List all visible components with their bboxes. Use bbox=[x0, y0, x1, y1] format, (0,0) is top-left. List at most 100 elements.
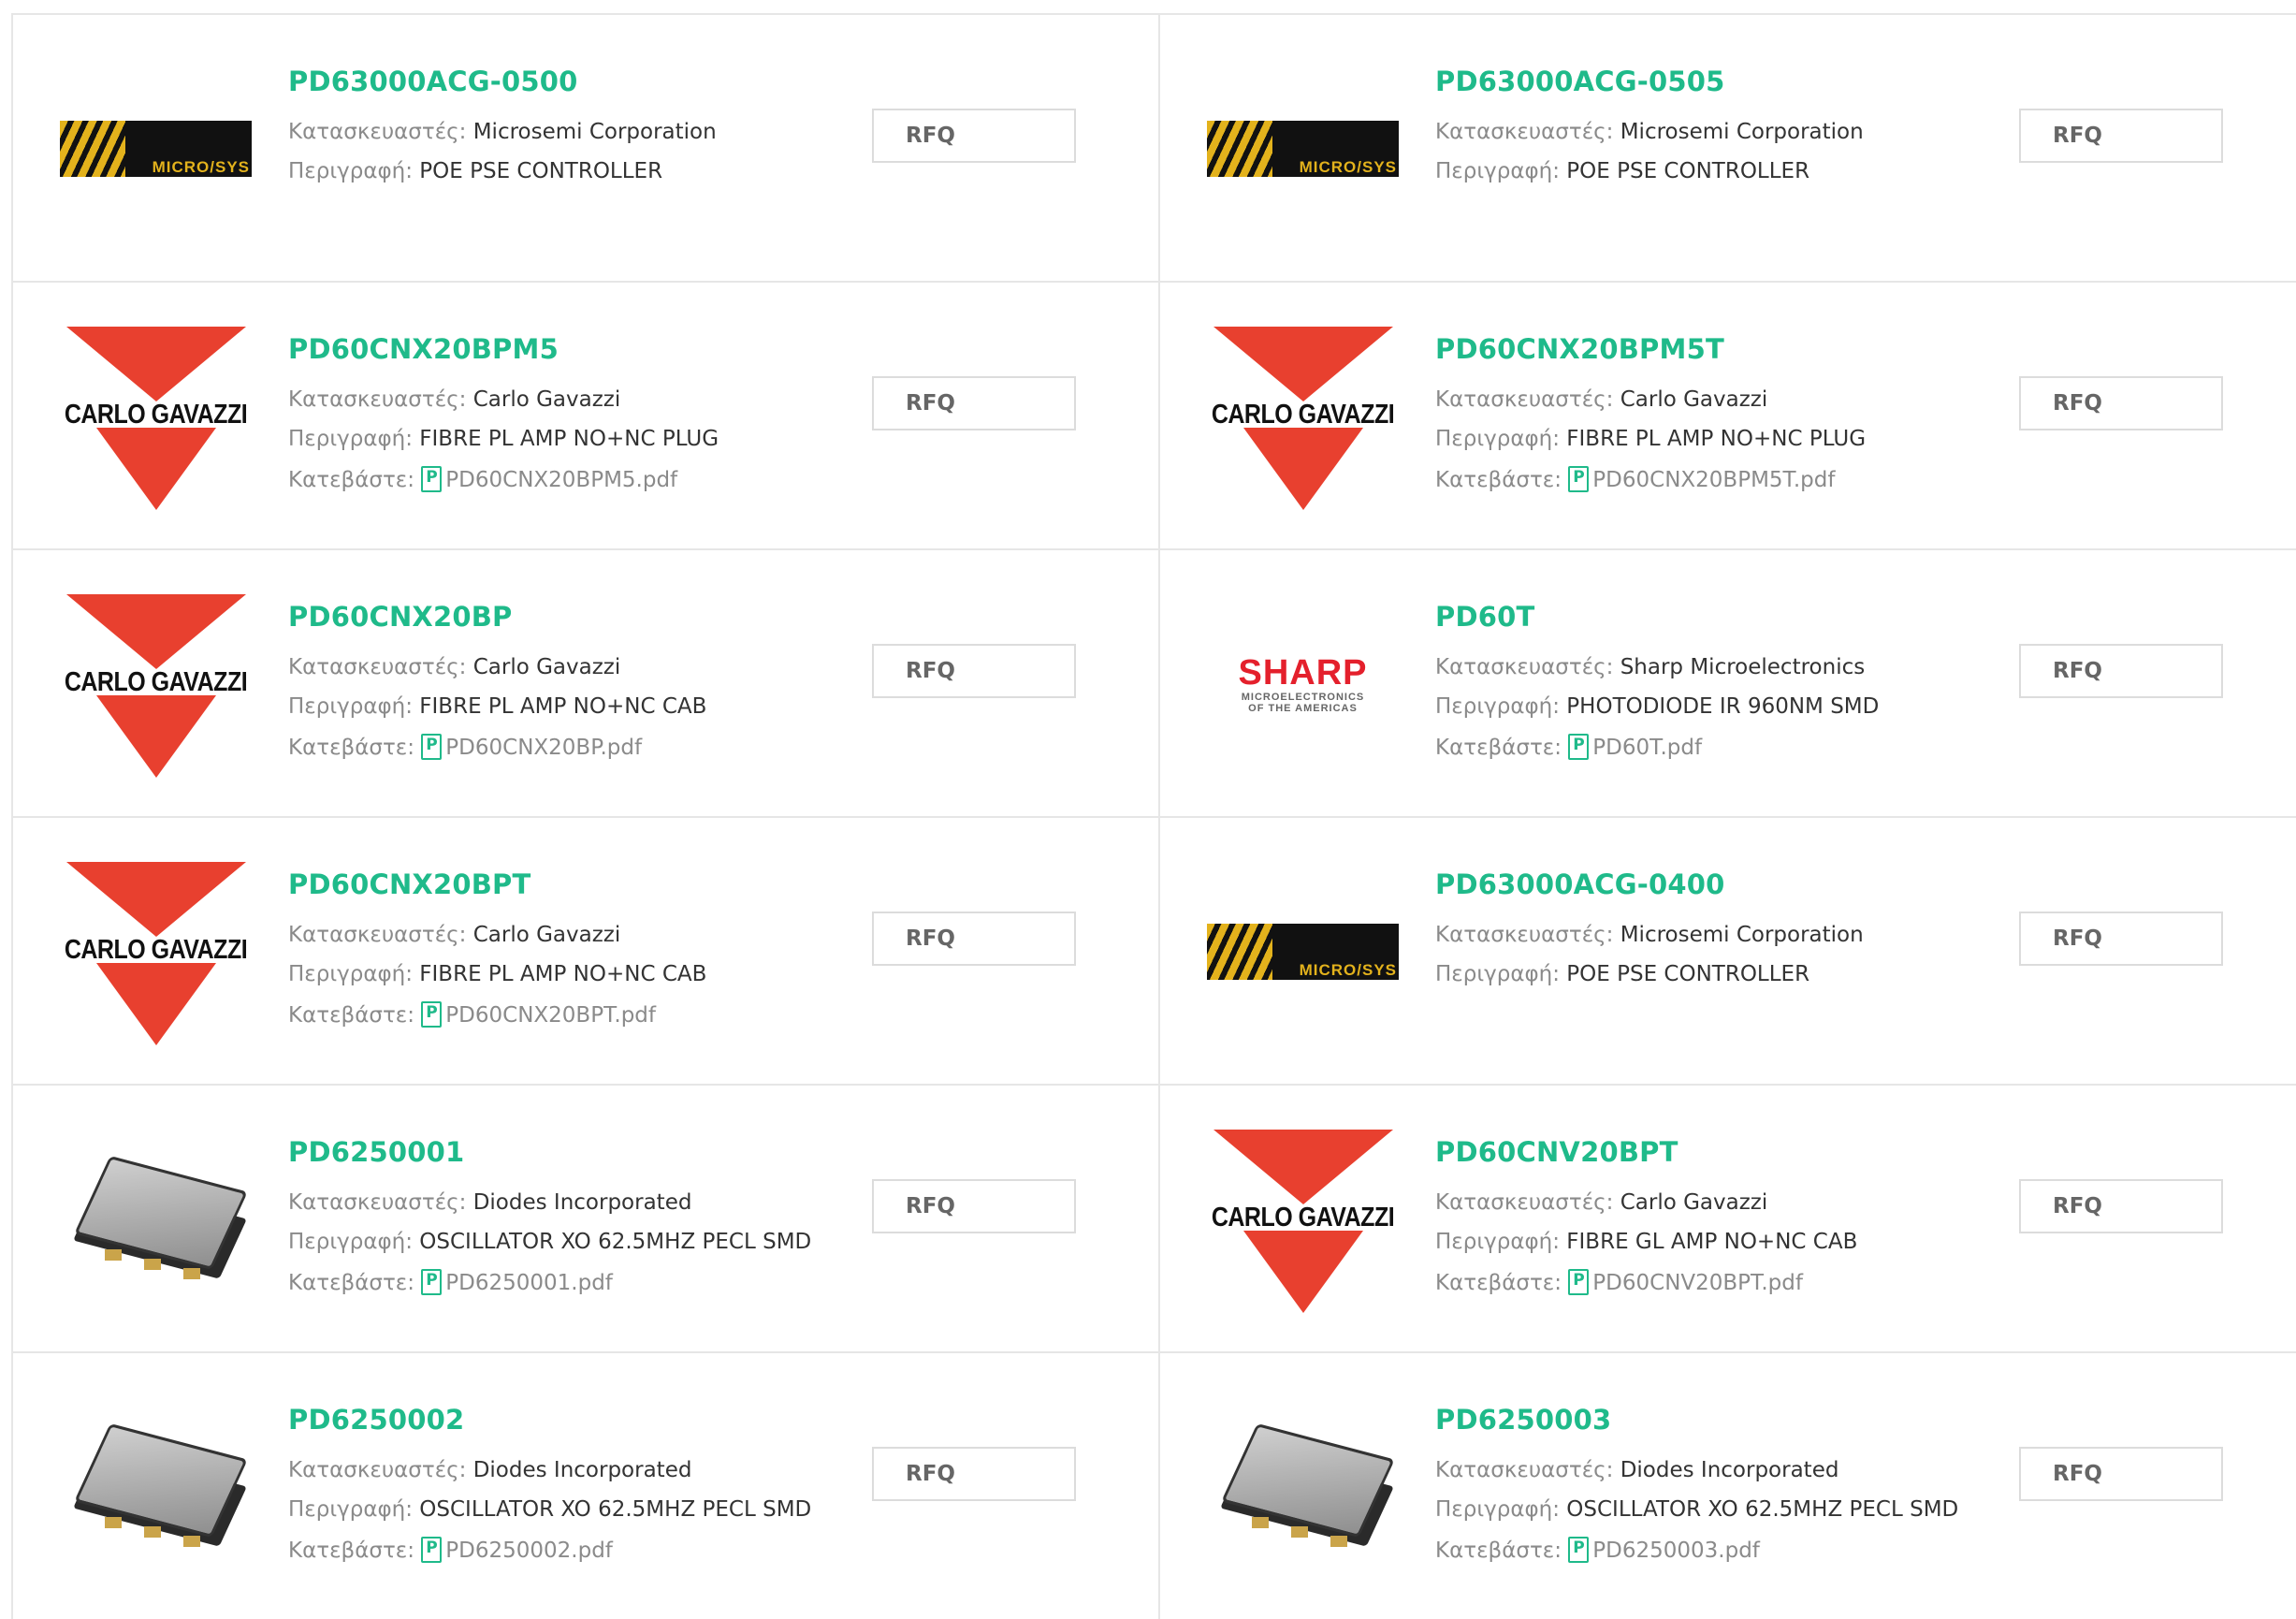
rfq-button[interactable]: RFQ bbox=[2019, 1447, 2223, 1501]
pdf-file-icon[interactable] bbox=[1568, 1537, 1590, 1563]
description-value: POE PSE CONTROLLER bbox=[1566, 159, 1810, 183]
manufacturer-label: Κατασκευαστές: bbox=[1435, 1190, 1614, 1215]
oscillator-product-image[interactable] bbox=[60, 1123, 252, 1315]
datasheet-link[interactable]: PD6250001.pdf bbox=[445, 1271, 613, 1295]
pdf-file-icon[interactable] bbox=[421, 1001, 443, 1028]
manufacturer-value: Carlo Gavazzi bbox=[472, 387, 621, 412]
product-part-link[interactable]: PD60CNX20BPM5T bbox=[1435, 333, 1724, 365]
rfq-button[interactable]: RFQ bbox=[2019, 1179, 2223, 1233]
product-part-link[interactable]: PD63000ACG-0500 bbox=[288, 66, 578, 97]
rfq-button[interactable]: RFQ bbox=[2019, 644, 2223, 698]
description-value: OSCILLATOR XO 62.5MHZ PECL SMD bbox=[1566, 1497, 1959, 1522]
datasheet-link[interactable]: PD6250003.pdf bbox=[1592, 1539, 1760, 1563]
rfq-button[interactable]: RFQ bbox=[872, 1179, 1076, 1233]
manufacturer-label: Κατασκευαστές: bbox=[1435, 923, 1614, 947]
carlo-gavazzi-logo[interactable]: CARLO GAVAZZI bbox=[1207, 1123, 1399, 1315]
rfq-button[interactable]: RFQ bbox=[2019, 109, 2223, 163]
download-line: Κατεβάστε: PD60CNX20BPM5T.pdf bbox=[1435, 466, 1835, 492]
product-card: MICRO/SYS PD63000ACG-0400 Κατασκευαστές: M… bbox=[1160, 818, 2296, 1086]
product-part-link[interactable]: PD60CNX20BPM5 bbox=[288, 333, 559, 365]
oscillator-chip-image bbox=[1214, 1412, 1395, 1562]
oscillator-chip-image bbox=[67, 1145, 248, 1294]
manufacturer-value: Carlo Gavazzi bbox=[1620, 387, 1768, 412]
carlo-gavazzi-logo[interactable]: CARLO GAVAZZI bbox=[60, 588, 252, 780]
logo-subtext: MICROELECTRONICS bbox=[1241, 691, 1365, 703]
description-label: Περιγραφή: bbox=[1435, 1497, 1560, 1522]
download-label: Κατεβάστε: bbox=[288, 1539, 414, 1563]
oscillator-product-image[interactable] bbox=[60, 1391, 252, 1583]
manufacturer-value: Carlo Gavazzi bbox=[472, 923, 621, 947]
carlo-gavazzi-logo[interactable]: CARLO GAVAZZI bbox=[60, 855, 252, 1047]
pdf-file-icon[interactable] bbox=[1568, 1269, 1590, 1295]
carlo-gavazzi-logo[interactable]: CARLO GAVAZZI bbox=[60, 320, 252, 512]
manufacturer-label: Κατασκευαστές: bbox=[288, 1190, 467, 1215]
manufacturer-line: Κατασκευαστές: Microsemi Corporation bbox=[1435, 923, 1864, 947]
carlo-gavazzi-logo[interactable]: CARLO GAVAZZI bbox=[1207, 320, 1399, 512]
pdf-file-icon[interactable] bbox=[421, 734, 443, 760]
product-card: CARLO GAVAZZI PD60CNX20BPT Κατασκευαστές: … bbox=[13, 818, 1160, 1086]
description-value: FIBRE PL AMP NO+NC CAB bbox=[419, 694, 707, 719]
datasheet-link[interactable]: PD60CNV20BPT.pdf bbox=[1592, 1271, 1803, 1295]
oscillator-product-image[interactable] bbox=[1207, 1391, 1399, 1583]
rfq-button[interactable]: RFQ bbox=[872, 1447, 1076, 1501]
pdf-file-icon[interactable] bbox=[1568, 466, 1590, 492]
pdf-file-icon[interactable] bbox=[421, 1537, 443, 1563]
download-label: Κατεβάστε: bbox=[1435, 1271, 1562, 1295]
download-line: Κατεβάστε: PD60CNV20BPT.pdf bbox=[1435, 1269, 1803, 1295]
logo-subtext: OF THE AMERICAS bbox=[1248, 702, 1358, 714]
product-card: CARLO GAVAZZI PD60CNV20BPT Κατασκευαστές: … bbox=[1160, 1086, 2296, 1353]
description-line: Περιγραφή: FIBRE PL AMP NO+NC CAB bbox=[288, 962, 706, 986]
description-value: POE PSE CONTROLLER bbox=[1566, 962, 1810, 986]
description-value: FIBRE PL AMP NO+NC PLUG bbox=[419, 427, 719, 451]
microsemi-logo[interactable]: MICRO/SYS bbox=[60, 52, 252, 244]
description-line: Περιγραφή: POE PSE CONTROLLER bbox=[1435, 159, 1809, 183]
rfq-button[interactable]: RFQ bbox=[872, 912, 1076, 966]
datasheet-link[interactable]: PD60T.pdf bbox=[1592, 736, 1702, 760]
product-part-link[interactable]: PD6250001 bbox=[288, 1136, 464, 1168]
rfq-button[interactable]: RFQ bbox=[2019, 912, 2223, 966]
manufacturer-line: Κατασκευαστές: Diodes Incorporated bbox=[288, 1458, 691, 1482]
logo-text: CARLO GAVAZZI bbox=[1211, 399, 1395, 430]
description-line: Περιγραφή: FIBRE PL AMP NO+NC PLUG bbox=[1435, 427, 1866, 451]
product-part-link[interactable]: PD63000ACG-0400 bbox=[1435, 868, 1725, 900]
rfq-button[interactable]: RFQ bbox=[2019, 376, 2223, 430]
manufacturer-value: Carlo Gavazzi bbox=[472, 655, 621, 679]
product-part-link[interactable]: PD6250002 bbox=[288, 1404, 464, 1436]
datasheet-link[interactable]: PD60CNX20BPM5.pdf bbox=[445, 468, 677, 492]
datasheet-link[interactable]: PD6250002.pdf bbox=[445, 1539, 613, 1563]
rfq-button[interactable]: RFQ bbox=[872, 644, 1076, 698]
product-part-link[interactable]: PD6250003 bbox=[1435, 1404, 1611, 1436]
description-line: Περιγραφή: POE PSE CONTROLLER bbox=[288, 159, 662, 183]
logo-text: CARLO GAVAZZI bbox=[1211, 1202, 1395, 1232]
download-label: Κατεβάστε: bbox=[288, 1271, 414, 1295]
rfq-button[interactable]: RFQ bbox=[872, 376, 1076, 430]
product-part-link[interactable]: PD60T bbox=[1435, 601, 1534, 633]
product-part-link[interactable]: PD63000ACG-0505 bbox=[1435, 66, 1725, 97]
description-label: Περιγραφή: bbox=[288, 962, 413, 986]
sharp-logo[interactable]: SHARP MICROELECTRONICS OF THE AMERICAS bbox=[1207, 588, 1399, 780]
product-card: CARLO GAVAZZI PD60CNX20BPM5 Κατασκευαστές:… bbox=[13, 283, 1160, 550]
microsemi-logo[interactable]: MICRO/SYS bbox=[1207, 52, 1399, 244]
description-line: Περιγραφή: FIBRE PL AMP NO+NC CAB bbox=[288, 694, 706, 719]
description-label: Περιγραφή: bbox=[288, 1230, 413, 1254]
rfq-button[interactable]: RFQ bbox=[872, 109, 1076, 163]
manufacturer-line: Κατασκευαστές: Carlo Gavazzi bbox=[288, 387, 620, 412]
download-label: Κατεβάστε: bbox=[1435, 1539, 1562, 1563]
microsemi-logo[interactable]: MICRO/SYS bbox=[1207, 855, 1399, 1047]
pdf-file-icon[interactable] bbox=[1568, 734, 1590, 760]
pdf-file-icon[interactable] bbox=[421, 1269, 443, 1295]
manufacturer-line: Κατασκευαστές: Sharp Microelectronics bbox=[1435, 655, 1865, 679]
description-line: Περιγραφή: FIBRE PL AMP NO+NC PLUG bbox=[288, 427, 719, 451]
datasheet-link[interactable]: PD60CNX20BPT.pdf bbox=[445, 1003, 656, 1028]
carlo-gavazzi-mark: CARLO GAVAZZI bbox=[63, 858, 250, 1045]
product-part-link[interactable]: PD60CNV20BPT bbox=[1435, 1136, 1678, 1168]
microsemi-mark: MICRO/SYS bbox=[1207, 120, 1399, 177]
datasheet-link[interactable]: PD60CNX20BPM5T.pdf bbox=[1592, 468, 1835, 492]
product-part-link[interactable]: PD60CNX20BPT bbox=[288, 868, 531, 900]
datasheet-link[interactable]: PD60CNX20BP.pdf bbox=[445, 736, 642, 760]
manufacturer-value: Diodes Incorporated bbox=[1620, 1458, 1839, 1482]
pdf-file-icon[interactable] bbox=[421, 466, 443, 492]
product-part-link[interactable]: PD60CNX20BP bbox=[288, 601, 513, 633]
microsemi-mark: MICRO/SYS bbox=[60, 120, 252, 177]
logo-text: CARLO GAVAZZI bbox=[64, 399, 248, 430]
